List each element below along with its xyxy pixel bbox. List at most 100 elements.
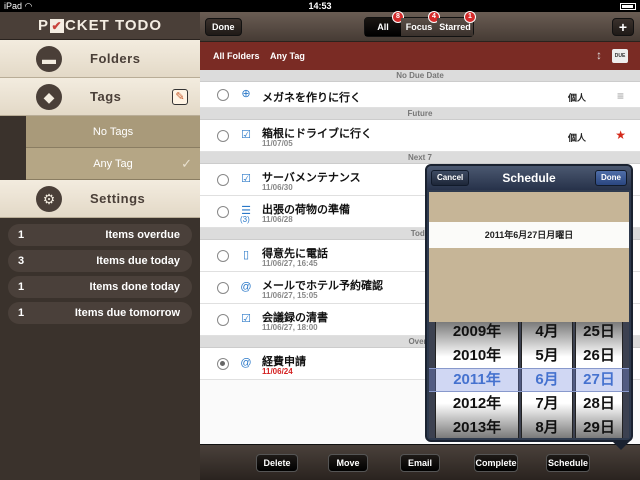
picker-option: 2013年 xyxy=(452,419,502,436)
stat-count: 1 xyxy=(18,307,25,319)
due-sort-icon[interactable]: DUE xyxy=(612,49,628,63)
task-date: 11/06/27, 18:00 xyxy=(262,323,318,332)
task-checkbox[interactable] xyxy=(217,250,229,262)
task-date: 11/06/28 xyxy=(262,215,293,224)
filter-bar: All Folders Any Tag ↕ DUE xyxy=(200,42,640,70)
logo-text-start: P xyxy=(37,17,49,34)
task-row[interactable]: ☑ 箱根にドライブに行く 11/07/05 個人 ★ xyxy=(200,120,640,152)
section-header: Next 7 xyxy=(200,152,640,164)
checkbox-icon: ☑ xyxy=(241,129,251,141)
email-icon: @ xyxy=(240,357,252,369)
picker-option: 28日 xyxy=(583,395,615,412)
picker-option: 8月 xyxy=(535,419,559,436)
gear-icon: ⚙ xyxy=(36,186,62,212)
tab-label: Starred xyxy=(439,22,471,32)
task-checkbox[interactable] xyxy=(217,314,229,326)
filter-segmented-control: All 8 Focus 4 Starred 1 xyxy=(364,11,476,37)
count-badge: 1 xyxy=(464,11,476,23)
picker-option: 26日 xyxy=(583,347,615,364)
logo-text-end: CKET TODO xyxy=(64,17,163,34)
tag-filter[interactable]: Any Tag xyxy=(270,51,305,61)
tab-label: Focus xyxy=(405,22,433,32)
task-checkbox[interactable] xyxy=(217,358,229,370)
schedule-popover: Cancel Schedule Done 2011年6月27日月曜日 2009年… xyxy=(425,164,633,450)
task-row[interactable]: ⊕ メガネを作りに行く 個人 ≡ xyxy=(200,82,640,108)
tab-starred[interactable]: Starred 1 xyxy=(437,11,476,36)
stat-row-due-today[interactable]: 3 Items due today xyxy=(8,250,192,272)
picker-option: 5月 xyxy=(535,347,559,364)
popover-arrow xyxy=(611,440,631,450)
stat-count: 1 xyxy=(18,229,25,241)
task-checkbox[interactable] xyxy=(217,174,229,186)
status-bar: iPad ◠ 14:53 xyxy=(0,0,640,12)
reorder-handle-icon[interactable]: ≡ xyxy=(617,89,624,103)
add-task-button[interactable]: + xyxy=(612,18,634,36)
selected-date-text[interactable]: 2011年6月27日月曜日 xyxy=(429,222,629,248)
picker-option: 2012年 xyxy=(452,395,502,412)
task-date: 11/06/30 xyxy=(262,183,293,192)
priority-sort-icon[interactable]: ↕ xyxy=(596,48,602,62)
delete-button[interactable]: Delete xyxy=(256,454,298,472)
section-header: No Due Date xyxy=(200,70,640,82)
picker-option: 7月 xyxy=(535,395,559,412)
done-button[interactable]: Done xyxy=(205,18,242,36)
stat-row-done-today[interactable]: 1 Items done today xyxy=(8,276,192,298)
picker-option: 4月 xyxy=(535,323,559,340)
status-time: 14:53 xyxy=(308,1,332,11)
tag-item-label: No Tags xyxy=(92,125,134,138)
task-checkbox[interactable] xyxy=(217,130,229,142)
sidebar-item-label: Settings xyxy=(90,191,146,206)
sidebar-item-tags[interactable]: ◆ Tags ✎ xyxy=(0,78,200,116)
task-checkbox[interactable] xyxy=(217,89,229,101)
app-logo: P ✔ CKET TODO xyxy=(0,12,200,40)
folder-icon: ▬ xyxy=(36,46,62,72)
stat-row-due-tomorrow[interactable]: 1 Items due tomorrow xyxy=(8,302,192,324)
target-icon: ⊕ xyxy=(241,88,251,100)
stats-list: 1 Items overdue 3 Items due today 1 Item… xyxy=(0,218,200,334)
task-date: 11/06/24 xyxy=(262,367,293,376)
task-checkbox[interactable] xyxy=(217,206,229,218)
move-button[interactable]: Move xyxy=(328,454,368,472)
picker-option: 2009年 xyxy=(452,323,502,340)
sidebar-item-settings[interactable]: ⚙ Settings xyxy=(0,180,200,218)
schedule-button[interactable]: Schedule xyxy=(546,454,590,472)
tab-all[interactable]: All 8 xyxy=(365,11,404,36)
picker-selection-band xyxy=(429,368,629,392)
stat-row-overdue[interactable]: 1 Items overdue xyxy=(8,224,192,246)
picker-option: 29日 xyxy=(583,419,615,436)
tab-label: All xyxy=(377,22,389,32)
tab-focus[interactable]: Focus 4 xyxy=(401,11,440,36)
email-button[interactable]: Email xyxy=(400,454,440,472)
stat-label: Items done today xyxy=(89,281,180,293)
tag-icon: ◆ xyxy=(36,84,62,110)
picker-option: 2010年 xyxy=(452,347,502,364)
done-button[interactable]: Done xyxy=(595,170,627,186)
folder-filter[interactable]: All Folders xyxy=(213,51,260,61)
stat-label: Items due today xyxy=(96,255,180,267)
stat-label: Items overdue xyxy=(105,229,180,241)
task-checkbox[interactable] xyxy=(217,282,229,294)
sidebar-item-label: Folders xyxy=(90,51,141,66)
date-picker: 2009年 2010年 2011年 2012年 2013年 4月 5月 6月 7… xyxy=(429,322,629,438)
edit-icon[interactable]: ✎ xyxy=(172,89,188,105)
email-icon: @ xyxy=(240,281,252,293)
sidebar-item-folders[interactable]: ▬ Folders xyxy=(0,40,200,78)
task-date: 11/06/27, 15:05 xyxy=(262,291,318,300)
tag-item-any-tag[interactable]: Any Tag ✓ xyxy=(26,148,200,180)
check-icon: ✔ xyxy=(49,18,64,33)
subtask-count: (3) xyxy=(240,215,250,224)
picker-option: 25日 xyxy=(583,323,615,340)
task-date: 11/07/05 xyxy=(262,139,293,148)
bottom-toolbar: Delete Move Email Complete Schedule xyxy=(200,444,640,480)
stat-count: 3 xyxy=(18,255,25,267)
popover-header: Cancel Schedule Done xyxy=(427,166,631,190)
checkbox-icon: ☑ xyxy=(241,313,251,325)
stat-label: Items due tomorrow xyxy=(74,307,180,319)
sidebar-item-label: Tags xyxy=(90,89,122,104)
star-icon[interactable]: ★ xyxy=(615,128,626,142)
tag-item-no-tags[interactable]: No Tags xyxy=(26,116,200,148)
complete-button[interactable]: Complete xyxy=(474,454,518,472)
stat-count: 1 xyxy=(18,281,25,293)
task-title: メガネを作りに行く xyxy=(262,92,361,104)
sidebar: P ✔ CKET TODO ▬ Folders ◆ Tags ✎ No Tags A… xyxy=(0,12,200,480)
